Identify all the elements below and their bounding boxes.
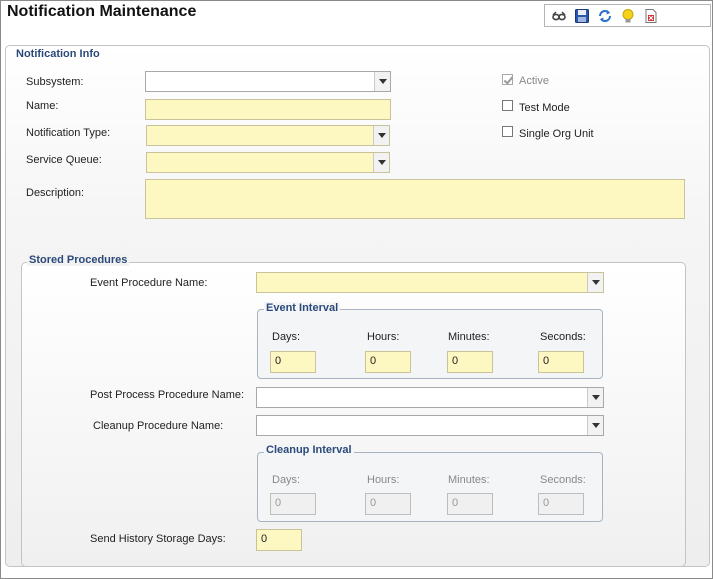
cleanup-minutes-input: 0 bbox=[447, 493, 493, 515]
cleanup-seconds-input: 0 bbox=[538, 493, 584, 515]
event-days-input[interactable]: 0 bbox=[270, 351, 316, 373]
subsystem-select[interactable] bbox=[145, 71, 391, 92]
view-icon[interactable] bbox=[550, 7, 568, 25]
chevron-down-icon[interactable] bbox=[373, 126, 389, 145]
service-queue-label: Service Queue: bbox=[26, 154, 102, 166]
event-interval-legend: Event Interval bbox=[264, 302, 341, 314]
active-label: Active bbox=[519, 75, 549, 87]
lightbulb-icon[interactable] bbox=[619, 7, 637, 25]
cleanup-hours-label: Hours: bbox=[367, 474, 400, 486]
cleanup-hours-input: 0 bbox=[365, 493, 411, 515]
event-minutes-input[interactable]: 0 bbox=[447, 351, 493, 373]
cleanup-procedure-label: Cleanup Procedure Name: bbox=[93, 420, 224, 432]
history-storage-days-input[interactable]: 0 bbox=[256, 529, 302, 551]
cleanup-procedure-select[interactable] bbox=[256, 415, 604, 436]
notification-type-select[interactable] bbox=[146, 125, 390, 146]
event-minutes-label: Minutes: bbox=[448, 331, 490, 343]
single-org-unit-label: Single Org Unit bbox=[519, 128, 594, 140]
description-textarea[interactable] bbox=[145, 179, 685, 219]
cleanup-days-label: Days: bbox=[272, 474, 301, 486]
name-label: Name: bbox=[26, 100, 59, 112]
page-title: Notification Maintenance bbox=[7, 3, 197, 20]
post-process-procedure-select[interactable] bbox=[256, 387, 604, 408]
test-mode-label: Test Mode bbox=[519, 102, 570, 114]
single-org-unit-checkbox[interactable] bbox=[502, 126, 513, 137]
history-storage-days-label: Send History Storage Days: bbox=[90, 533, 226, 545]
refresh-icon[interactable] bbox=[596, 7, 614, 25]
event-procedure-label: Event Procedure Name: bbox=[90, 277, 208, 289]
chevron-down-icon[interactable] bbox=[373, 153, 389, 172]
chevron-down-icon[interactable] bbox=[587, 273, 603, 292]
window-frame: Notification Maintenance Notification In… bbox=[0, 0, 713, 579]
event-hours-input[interactable]: 0 bbox=[365, 351, 411, 373]
test-mode-checkbox[interactable] bbox=[502, 100, 513, 111]
service-queue-select[interactable] bbox=[146, 152, 390, 173]
notification-type-label: Notification Type: bbox=[26, 127, 111, 139]
event-hours-label: Hours: bbox=[367, 331, 400, 343]
name-input[interactable] bbox=[145, 99, 391, 120]
event-procedure-select[interactable] bbox=[256, 272, 604, 293]
post-process-procedure-label: Post Process Procedure Name: bbox=[90, 389, 245, 401]
chevron-down-icon[interactable] bbox=[587, 388, 603, 407]
event-seconds-input[interactable]: 0 bbox=[538, 351, 584, 373]
toolbar bbox=[544, 4, 711, 27]
event-seconds-label: Seconds: bbox=[540, 331, 586, 343]
notification-info-legend: Notification Info bbox=[14, 48, 102, 60]
chevron-down-icon[interactable] bbox=[374, 72, 390, 91]
stored-procedures-legend: Stored Procedures bbox=[27, 254, 130, 266]
subsystem-label: Subsystem: bbox=[26, 76, 84, 88]
delete-icon[interactable] bbox=[642, 7, 660, 25]
chevron-down-icon[interactable] bbox=[587, 416, 603, 435]
active-checkbox bbox=[502, 74, 513, 85]
description-label: Description: bbox=[26, 187, 85, 199]
cleanup-days-input: 0 bbox=[270, 493, 316, 515]
event-days-label: Days: bbox=[272, 331, 301, 343]
cleanup-interval-legend: Cleanup Interval bbox=[264, 444, 354, 456]
cleanup-seconds-label: Seconds: bbox=[540, 474, 586, 486]
cleanup-minutes-label: Minutes: bbox=[448, 474, 490, 486]
save-icon[interactable] bbox=[573, 7, 591, 25]
